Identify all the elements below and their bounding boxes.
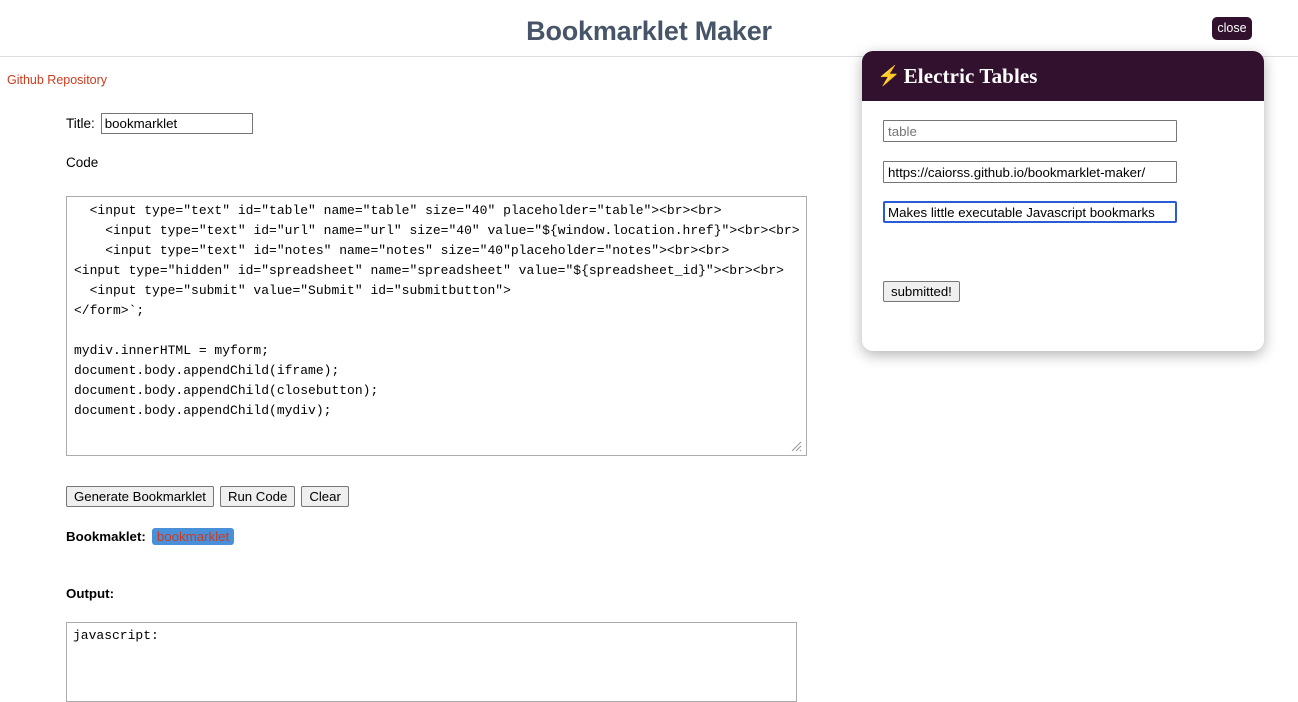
table-input[interactable] <box>883 120 1177 142</box>
title-label: Title: <box>66 116 95 131</box>
electric-tables-header: ⚡ Electric Tables <box>862 51 1264 101</box>
electric-tables-title: Electric Tables <box>903 63 1038 88</box>
title-row: Title: <box>66 113 253 134</box>
bookmarklet-label: Bookmaklet: <box>66 529 146 544</box>
page-header: Bookmarklet Maker <box>0 0 1298 57</box>
page-title: Bookmarklet Maker <box>526 16 772 46</box>
github-repository-link[interactable]: Github Repository <box>7 73 107 87</box>
bookmarklet-result-row: Bookmaklet: bookmarklet <box>66 528 235 545</box>
output-textarea[interactable] <box>66 622 797 702</box>
url-input[interactable] <box>883 161 1177 183</box>
electric-tables-form: submitted! <box>862 101 1264 351</box>
action-buttons-row: Generate Bookmarklet Run Code Clear <box>66 486 349 507</box>
code-textarea[interactable] <box>66 196 807 456</box>
bookmarklet-link[interactable]: bookmarklet <box>151 528 235 545</box>
run-code-button[interactable]: Run Code <box>219 486 296 507</box>
generate-bookmarklet-button[interactable]: Generate Bookmarklet <box>66 486 214 507</box>
notes-input[interactable] <box>883 201 1177 223</box>
electric-tables-panel: ⚡ Electric Tables submitted! <box>862 51 1264 351</box>
clear-button[interactable]: Clear <box>301 486 349 507</box>
title-input[interactable] <box>100 113 253 134</box>
code-label: Code <box>66 155 99 170</box>
output-label: Output: <box>66 586 114 601</box>
close-button[interactable]: close <box>1212 17 1252 40</box>
submit-button[interactable]: submitted! <box>883 281 960 302</box>
lightning-bolt-icon: ⚡ <box>877 65 901 87</box>
